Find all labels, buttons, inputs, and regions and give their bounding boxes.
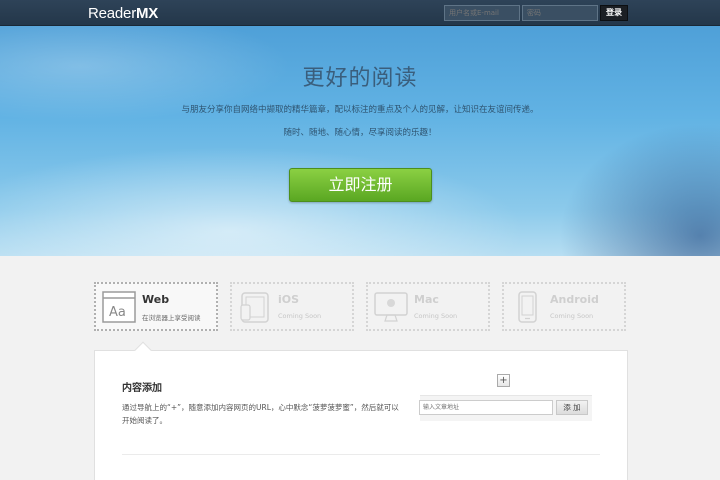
password-input[interactable] xyxy=(522,5,598,21)
tab-label: Mac xyxy=(414,293,439,306)
tab-label: iOS xyxy=(278,293,300,306)
hero-subtitle: 与朋友分享你自网络中撷取的精华篇章，配以标注的重点及个人的见解，让知识在友谊间传… xyxy=(181,105,539,115)
signup-button[interactable]: 立即注册 xyxy=(289,168,432,202)
hero-banner: 更好的阅读 与朋友分享你自网络中撷取的精华篇章，配以标注的重点及个人的见解，让知… xyxy=(0,26,720,256)
tab-label: Web xyxy=(142,293,170,306)
section-description: 通过导航上的“+”，随意添加内容网页的URL，心中默念“菠萝菠萝蜜”，然后就可以… xyxy=(122,403,399,425)
login-button[interactable]: 登录 xyxy=(600,5,628,21)
add-button[interactable]: 添 加 xyxy=(556,400,588,415)
tab-description: Coming Soon xyxy=(414,312,458,320)
section-title: 内容添加 xyxy=(122,383,162,394)
feature-panel: 内容添加 通过导航上的“+”，随意添加内容网页的URL，心中默念“菠萝菠萝蜜”，… xyxy=(94,350,628,480)
hero-title: 更好的阅读 xyxy=(302,66,418,91)
imac-icon xyxy=(374,292,408,322)
tab-description: Coming Soon xyxy=(278,312,322,320)
url-input[interactable] xyxy=(419,400,553,415)
add-content-plus-button[interactable]: + xyxy=(497,374,510,387)
username-input[interactable] xyxy=(444,5,520,21)
hero-tagline: 随时、随地、随心情，尽享阅读的乐趣！ xyxy=(283,128,437,138)
browser-icon: Aa xyxy=(102,291,136,323)
logo[interactable]: ReaderMX xyxy=(88,5,158,22)
divider xyxy=(122,454,600,455)
tab-description: Coming Soon xyxy=(550,312,594,320)
tab-description: 在浏览器上享受阅读 xyxy=(142,314,201,322)
ipad-icon xyxy=(240,292,269,323)
tab-mac[interactable]: Mac Coming Soon xyxy=(366,282,490,331)
tab-web[interactable]: Aa Web 在浏览器上享受阅读 xyxy=(94,282,218,331)
svg-text:Aa: Aa xyxy=(109,305,126,320)
tab-ios[interactable]: iOS Coming Soon xyxy=(230,282,354,331)
phone-icon xyxy=(518,291,537,323)
top-bar: ReaderMX 登录 xyxy=(0,0,720,26)
tab-label: Android xyxy=(550,293,599,306)
tab-android[interactable]: Android Coming Soon xyxy=(502,282,626,331)
